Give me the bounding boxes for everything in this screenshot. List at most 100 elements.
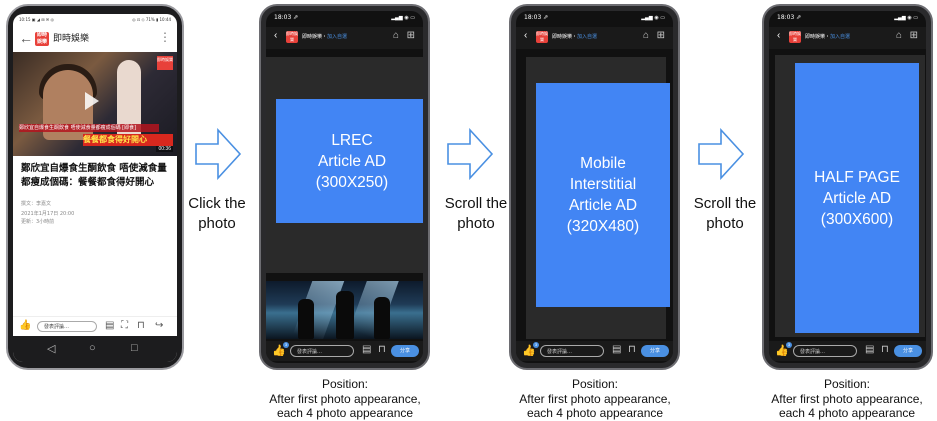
back-arrow-icon[interactable]: ← [19,30,33,46]
status-signal: ▂▄▆ ◉ ▭ [391,15,415,21]
status-bar: 18:03 ⇗ ▂▄▆ ◉ ▭ [769,11,926,27]
step-caption-line: Click the [188,195,246,212]
concert-photo[interactable] [266,281,423,339]
status-bar: 18:03 ⇗ ▂▄▆ ◉ ▭ [516,11,673,27]
nav-back-icon[interactable]: ◁ [47,342,55,355]
app-logo: 即時娛樂 [286,31,298,43]
app-logo: 即時娛樂 [536,31,548,43]
position-line: each 4 photo appearance [276,406,414,420]
follow-link[interactable]: 加入自選 [830,34,850,40]
app-header: ‹ 即時娛樂 即時娛樂・加入自選 ⌂ ⊞ [769,27,926,49]
follow-link[interactable]: 加入自選 [327,34,347,40]
home-icon[interactable]: ⌂ [393,30,399,41]
status-time: 18:03 ⇗ [524,14,549,21]
home-icon[interactable]: ⌂ [643,30,649,41]
status-time: 18:03 ⇗ [274,14,299,21]
status-signal: ▂▄▆ ◉ ▭ [641,15,665,21]
comment-input[interactable]: 發表評論… [793,345,857,357]
channel-badge: 即時娛樂 [157,56,173,70]
expand-icon[interactable]: ⛶ [121,320,128,331]
bottom-action-bar: 👍 發表評論… ▤ ⛶ ⊓ ↪ [13,316,177,337]
position-line: After first photo appearance, [269,391,421,406]
share-icon[interactable]: ↪ [155,320,163,331]
step-caption-line: photo [457,215,495,232]
ad-label-line: Article AD [317,152,387,170]
ad-label-line: (320X480) [566,218,640,235]
position-line: each 4 photo appearance [526,406,664,420]
follow-link[interactable]: 加入自選 [577,34,597,40]
lrec-ad-box[interactable]: LREC Article AD (300X250) [276,99,423,223]
nav-recents-icon[interactable]: □ [131,342,138,354]
comment-icon[interactable]: ▤ [105,320,114,331]
arrow-right-icon [195,128,242,180]
arrow-right-icon [447,128,494,180]
share-button[interactable]: 分享 [641,345,669,357]
back-icon[interactable]: ‹ [777,30,780,41]
position-line: Position: [321,377,369,391]
article-photo[interactable]: 即時娛樂 鄭欣宜自爆食生酮飲食 唔使減食量都瘦成個碼 [即食] 餐餐都食得好開心… [13,52,177,156]
status-time: 18:03 ⇗ [777,14,802,21]
step-caption-2: Scroll the photo [439,194,513,234]
play-icon[interactable] [85,92,99,110]
header-title: 即時娛樂・加入自選 [302,31,347,43]
grid-icon[interactable]: ⊞ [657,30,665,41]
iphone-interstitial: 18:03 ⇗ ▂▄▆ ◉ ▭ ‹ 即時娛樂 即時娛樂・加入自選 ⌂ ⊞ Mob… [509,4,680,370]
position-note-half-page: Position: After first photo appearance, … [759,377,935,421]
iphone-lrec: 18:03 ⇗ ▂▄▆ ◉ ▭ ‹ 即時娛樂 即時娛樂・加入自選 ⌂ ⊞ LRE… [259,4,430,370]
grid-icon[interactable]: ⊞ [910,30,918,41]
channel-name: 即時娛樂 [805,34,826,40]
comment-icon[interactable]: ▤ [612,344,621,355]
grid-icon[interactable]: ⊞ [407,30,415,41]
like-count-badge: 3 [786,342,792,348]
half-page-ad-box[interactable]: HALF PAGE Article AD (300X600) [795,63,919,333]
article-updated: 更新：3小時前 [21,219,55,225]
more-menu-icon[interactable]: ⋮ [159,30,171,44]
home-icon[interactable]: ⌂ [896,30,902,41]
bottom-action-bar: 👍 3 發表評論… ▤ ⊓ 分享 [266,341,423,361]
like-icon[interactable]: 👍 [19,320,31,331]
app-header: ← 即時娛樂 即時娛樂 ⋮ [13,26,177,52]
app-header: ‹ 即時娛樂 即時娛樂・加入自選 ⌂ ⊞ [266,27,423,49]
app-header: ‹ 即時娛樂 即時娛樂・加入自選 ⌂ ⊞ [516,27,673,49]
article-author: 撰文：李嘉文 [21,201,52,207]
video-subtitle-highlight: 餐餐都食得好開心 [83,134,173,146]
comment-icon[interactable]: ▤ [362,344,371,355]
article-headline: 鄭欣宜自爆食生酮飲食 唔使減食量都瘦成個碼：餐餐都食得好開心 [21,163,167,188]
step-caption-3: Scroll the photo [688,194,762,234]
bottom-action-bar: 👍 3 發表評論… ▤ ⊓ 分享 [516,341,673,361]
comment-input[interactable]: 發表評論… [540,345,604,357]
status-right: ◎ ⊡ ◇ 71% ▮ 10:44 [132,17,171,22]
share-button[interactable]: 分享 [391,345,419,357]
app-logo: 即時娛樂 [789,31,801,43]
status-signal: ▂▄▆ ◉ ▭ [894,15,918,21]
status-bar: 10:15 ▣ ◢ ⊞ ✉ ◎ ◎ ⊡ ◇ 71% ▮ 10:44 [13,14,177,26]
position-line: each 4 photo appearance [778,406,916,420]
share-button[interactable]: 分享 [894,345,922,357]
nav-home-icon[interactable]: ○ [89,342,96,354]
ad-label-line: Article AD [568,197,638,214]
article-date: 2021年1月17日 20:00 [21,211,75,217]
step-caption-1: Click the photo [186,194,248,234]
dancer [336,291,354,339]
bookmark-icon[interactable]: ⊓ [137,320,145,331]
comment-input[interactable]: 發表評論… [37,321,97,332]
position-line: Position: [571,377,619,391]
back-icon[interactable]: ‹ [274,30,277,41]
interstitial-ad-box[interactable]: Mobile Interstitial Article AD (320X480) [536,83,670,307]
bookmark-icon[interactable]: ⊓ [881,344,889,355]
video-subtitle-banner: 鄭欣宜自爆食生酮飲食 唔使減食量都瘦成個碼 [即食] [19,124,159,132]
bookmark-icon[interactable]: ⊓ [378,344,386,355]
step-caption-line: Scroll the [693,195,757,212]
position-line: After first photo appearance, [519,391,671,406]
status-left: 10:15 ▣ ◢ ⊞ ✉ ◎ [19,17,54,22]
position-line: After first photo appearance, [771,391,923,406]
position-note-lrec: Position: After first photo appearance, … [257,377,433,421]
comment-input[interactable]: 發表評論… [290,345,354,357]
android-nav-bar: ◁ ○ □ [13,336,177,362]
ad-label-line: (300X600) [820,210,894,228]
position-note-interstitial: Position: After first photo appearance, … [507,377,683,421]
back-icon[interactable]: ‹ [524,30,527,41]
comment-icon[interactable]: ▤ [865,344,874,355]
bookmark-icon[interactable]: ⊓ [628,344,636,355]
header-title: 即時娛樂・加入自選 [552,31,597,43]
